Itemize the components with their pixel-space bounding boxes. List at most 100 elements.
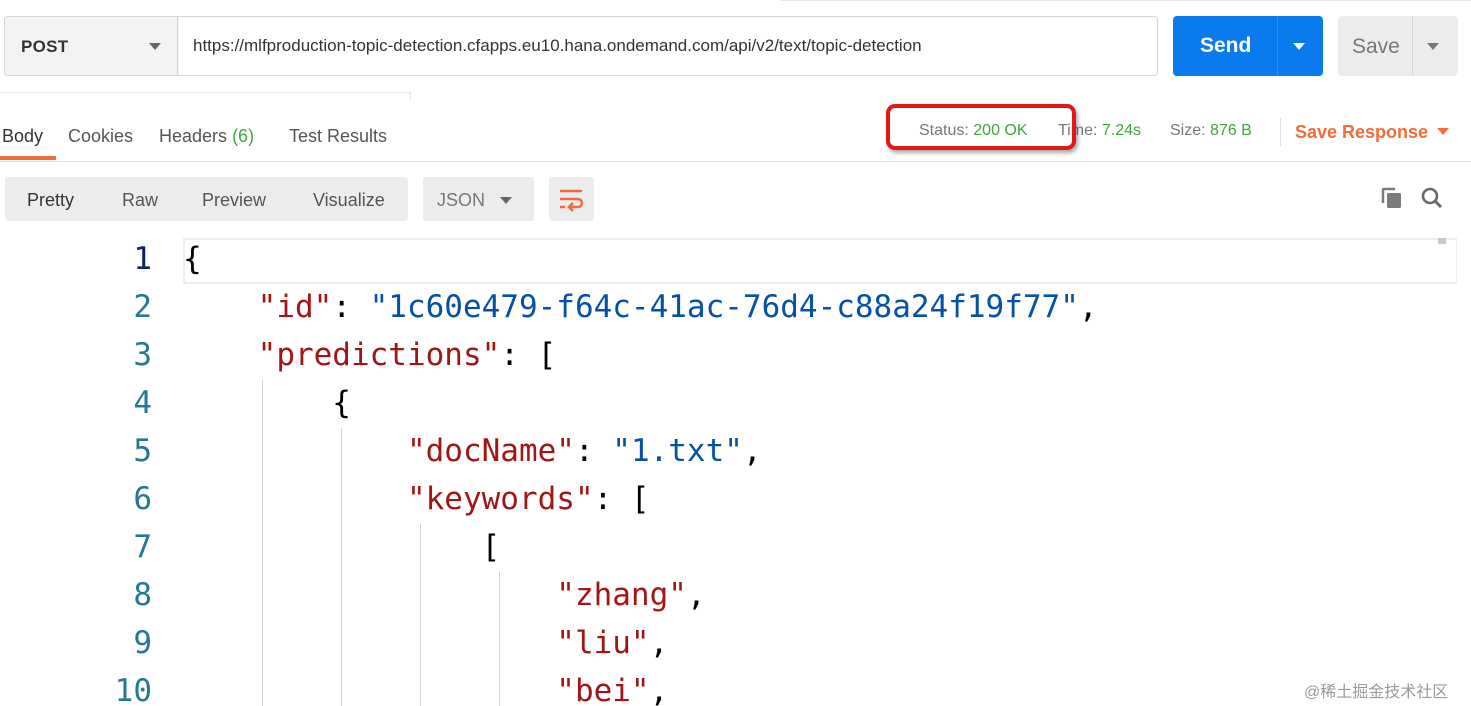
tab-test-results[interactable]: Test Results bbox=[289, 126, 387, 147]
time-value: 7.24s bbox=[1101, 122, 1141, 139]
copy-icon[interactable] bbox=[1380, 186, 1404, 210]
json-key: "zhang" bbox=[556, 577, 687, 613]
json-punctuation: : [ bbox=[500, 337, 557, 373]
save-options-chevron-icon[interactable] bbox=[1427, 43, 1439, 50]
save-label: Save bbox=[1352, 35, 1400, 58]
view-raw-button[interactable]: Raw bbox=[122, 190, 158, 211]
line-number: 10 bbox=[114, 673, 152, 706]
code-line: "bei", bbox=[183, 673, 668, 706]
json-punctuation: : [ bbox=[593, 481, 650, 517]
request-input-group: POST https://mlfproduction-topic-detecti… bbox=[4, 16, 1158, 76]
tab-body[interactable]: Body bbox=[2, 126, 43, 147]
send-options-chevron-icon[interactable] bbox=[1293, 43, 1305, 50]
send-label: Send bbox=[1200, 34, 1252, 57]
json-punctuation: : bbox=[332, 289, 370, 325]
view-pretty-button[interactable]: Pretty bbox=[27, 190, 74, 211]
language-select[interactable]: JSON bbox=[423, 177, 534, 221]
json-punctuation bbox=[183, 625, 556, 661]
size-readout: Size: 876 B bbox=[1170, 122, 1252, 140]
json-punctuation: , bbox=[686, 577, 706, 613]
code-line: "predictions": [ bbox=[183, 337, 557, 373]
tab-headers-label: Headers bbox=[159, 126, 228, 146]
current-line-highlight bbox=[183, 238, 1458, 284]
save-response-button[interactable]: Save Response bbox=[1295, 122, 1428, 143]
request-bar: POST https://mlfproduction-topic-detecti… bbox=[0, 0, 1471, 100]
line-number: 2 bbox=[133, 289, 152, 325]
json-punctuation: { bbox=[183, 385, 351, 421]
url-text: https://mlfproduction-topic-detection.cf… bbox=[193, 36, 922, 55]
vertical-scrollbar[interactable] bbox=[1457, 238, 1471, 706]
json-punctuation bbox=[183, 577, 556, 613]
json-punctuation: , bbox=[742, 433, 762, 469]
wrap-lines-icon bbox=[560, 189, 584, 212]
search-icon[interactable] bbox=[1420, 186, 1444, 210]
line-number: 5 bbox=[133, 433, 152, 469]
json-string: "1.txt" bbox=[612, 433, 743, 469]
pane-divider bbox=[0, 0, 1471, 100]
json-punctuation: , bbox=[649, 673, 669, 706]
indent-guide bbox=[420, 524, 421, 706]
line-number: 4 bbox=[133, 385, 152, 421]
code-line: { bbox=[183, 385, 351, 421]
json-key: "predictions" bbox=[257, 337, 501, 373]
status-highlight-annotation bbox=[886, 104, 1076, 150]
json-key: "keywords" bbox=[406, 481, 594, 517]
method-select[interactable]: POST bbox=[5, 17, 178, 75]
save-divider bbox=[1412, 16, 1413, 76]
code-line: "id": "1c60e479-f64c-41ac-76d4-c88a24f19… bbox=[183, 289, 1098, 325]
json-punctuation bbox=[183, 289, 258, 325]
response-tabs-bar: Body Cookies Headers (6) Test Results St… bbox=[0, 100, 1471, 162]
scrollbar-marker bbox=[1438, 238, 1446, 244]
json-string: "1c60e479-f64c-41ac-76d4-c88a24f19f77" bbox=[369, 289, 1079, 325]
json-punctuation bbox=[183, 673, 556, 706]
view-preview-button[interactable]: Preview bbox=[202, 190, 266, 211]
line-number: 3 bbox=[133, 337, 152, 373]
send-divider bbox=[1277, 16, 1278, 76]
url-input[interactable]: https://mlfproduction-topic-detection.cf… bbox=[179, 17, 1157, 75]
save-response-chevron-icon[interactable] bbox=[1437, 128, 1449, 135]
indent-guide bbox=[341, 428, 342, 706]
code-line: { bbox=[183, 241, 202, 277]
headers-count-badge: (6) bbox=[232, 126, 255, 146]
json-punctuation: : bbox=[574, 433, 613, 469]
json-punctuation: , bbox=[649, 625, 669, 661]
size-value: 876 B bbox=[1210, 122, 1252, 139]
json-punctuation: , bbox=[1078, 289, 1098, 325]
size-label: Size: bbox=[1170, 122, 1206, 139]
view-mode-group: Pretty Raw Preview Visualize bbox=[5, 177, 408, 221]
json-key: "bei" bbox=[556, 673, 650, 706]
method-label: POST bbox=[21, 37, 69, 56]
json-punctuation bbox=[183, 433, 407, 469]
watermark: @稀土掘金技术社区 bbox=[1304, 684, 1449, 701]
wrap-lines-button[interactable] bbox=[549, 177, 594, 221]
active-tab-indicator bbox=[0, 156, 56, 160]
json-key: "liu" bbox=[556, 625, 650, 661]
tab-headers[interactable]: Headers (6) bbox=[159, 126, 254, 147]
meta-divider bbox=[1280, 118, 1281, 146]
line-number-gutter: 1 2 3 4 5 6 7 8 9 10 bbox=[0, 238, 183, 706]
line-number: 9 bbox=[133, 625, 152, 661]
save-button[interactable]: Save bbox=[1338, 16, 1458, 76]
language-label: JSON bbox=[437, 190, 486, 210]
json-key: "id" bbox=[257, 289, 333, 325]
json-punctuation: { bbox=[183, 241, 202, 277]
indent-guide bbox=[262, 380, 263, 706]
line-number: 8 bbox=[133, 577, 152, 613]
chevron-down-icon bbox=[500, 197, 512, 204]
send-button[interactable]: Send bbox=[1173, 16, 1323, 76]
view-visualize-button[interactable]: Visualize bbox=[313, 190, 385, 211]
json-key: "docName" bbox=[406, 433, 575, 469]
response-body-editor[interactable]: 1 2 3 4 5 6 7 8 9 10 { "id": "1c60e479-f64c-41ac-… bbox=[0, 238, 1471, 706]
line-number: 7 bbox=[133, 529, 152, 565]
chevron-down-icon bbox=[149, 43, 161, 50]
code-line: "liu", bbox=[183, 625, 668, 661]
tab-cookies[interactable]: Cookies bbox=[68, 126, 133, 147]
indent-guide bbox=[499, 572, 500, 706]
line-number: 6 bbox=[133, 481, 152, 517]
json-punctuation bbox=[183, 481, 407, 517]
json-punctuation bbox=[183, 337, 258, 373]
code-line: "keywords": [ bbox=[183, 481, 650, 517]
code-line: "docName": "1.txt", bbox=[183, 433, 762, 469]
line-number: 1 bbox=[133, 241, 152, 277]
format-toolbar: Pretty Raw Preview Visualize JSON bbox=[0, 162, 1471, 238]
